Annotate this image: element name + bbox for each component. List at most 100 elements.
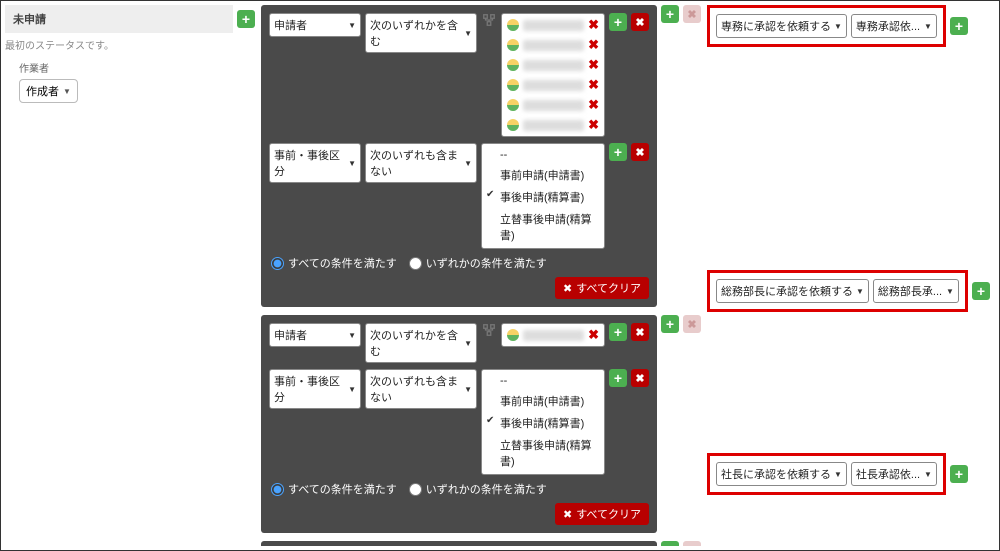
list-item: xxxx✖ xyxy=(504,76,602,94)
chevron-down-icon: ▼ xyxy=(464,159,472,168)
list-item: xxxx✖ xyxy=(504,16,602,34)
field-select[interactable]: 事前・事後区分▼ xyxy=(269,143,361,183)
clear-all-button[interactable]: ✖すべてクリア xyxy=(555,277,649,299)
worker-value: 作成者 xyxy=(26,83,59,99)
list-item: xxxx✖ xyxy=(504,116,602,134)
option-item[interactable]: 事後申請(精算書) xyxy=(482,186,604,208)
remove-condition-button[interactable]: ✖ xyxy=(631,143,649,161)
action-highlight-box: 社長に承認を依頼する▼ 社長承認依...▼ xyxy=(707,453,946,495)
option-item[interactable]: -- xyxy=(482,146,604,164)
condition-card: 申請者▼ 次のいずれかを含む▼ xxxx✖ +✖ 事前・事後区分▼ 次のいずれも… xyxy=(261,541,657,546)
option-dropdown[interactable]: -- 事前申請(申請書) 事後申請(精算書) 立替事後申請(精算書) xyxy=(481,143,605,249)
action-label-select[interactable]: 社長に承認を依頼する▼ xyxy=(716,462,847,486)
condition-card: 申請者▼ 次のいずれかを含む▼ xxxx✖ xxxx✖ xxxx✖ xxxx✖ … xyxy=(261,5,657,307)
option-item[interactable]: 立替事後申請(精算書) xyxy=(482,434,604,472)
remove-icon[interactable]: ✖ xyxy=(588,37,599,53)
action-highlight-box: 総務部長に承認を依頼する▼ 総務部長承...▼ xyxy=(707,270,968,312)
condition-card: 申請者▼ 次のいずれかを含む▼ xxxx✖ +✖ 事前・事後区分▼ 次のいずれも… xyxy=(261,315,657,533)
radio-all[interactable]: すべての条件を満たす xyxy=(271,255,397,271)
action-highlight-box: 専務に承認を依頼する▼ 専務承認依...▼ xyxy=(707,5,946,47)
close-icon: ✖ xyxy=(563,508,572,521)
remove-card-button[interactable]: ✖ xyxy=(683,5,701,23)
remove-condition-button[interactable]: ✖ xyxy=(631,13,649,31)
chevron-down-icon: ▼ xyxy=(924,470,932,479)
operator-select[interactable]: 次のいずれかを含む▼ xyxy=(365,13,477,53)
user-icon xyxy=(507,79,519,91)
chevron-down-icon: ▼ xyxy=(946,287,954,296)
add-condition-button[interactable]: + xyxy=(609,143,627,161)
clear-all-button[interactable]: ✖すべてクリア xyxy=(555,503,649,525)
radio-any[interactable]: いずれかの条件を満たす xyxy=(409,481,547,497)
action-row: 社長に承認を依頼する▼ 社長承認依...▼ + xyxy=(707,453,995,495)
list-item: xxxx✖ xyxy=(504,56,602,74)
add-card-button[interactable]: + xyxy=(661,541,679,546)
remove-card-button[interactable]: ✖ xyxy=(683,315,701,333)
option-item[interactable]: 事後申請(精算書) xyxy=(482,412,604,434)
org-picker-icon[interactable] xyxy=(481,13,497,27)
add-condition-button[interactable]: + xyxy=(609,369,627,387)
option-item[interactable]: 事前申請(申請書) xyxy=(482,390,604,412)
status-description: 最初のステータスです。 xyxy=(5,37,255,52)
remove-icon[interactable]: ✖ xyxy=(588,327,599,343)
operator-select[interactable]: 次のいずれかを含む▼ xyxy=(365,323,477,363)
field-select[interactable]: 事前・事後区分▼ xyxy=(269,369,361,409)
chevron-down-icon: ▼ xyxy=(63,87,71,96)
add-action-button[interactable]: + xyxy=(950,465,968,483)
option-item[interactable]: 立替事後申請(精算書) xyxy=(482,208,604,246)
add-action-button[interactable]: + xyxy=(972,282,990,300)
action-row: 専務に承認を依頼する▼ 専務承認依...▼ + xyxy=(707,5,995,47)
chevron-down-icon: ▼ xyxy=(464,385,472,394)
action-target-select[interactable]: 社長承認依...▼ xyxy=(851,462,937,486)
chevron-down-icon: ▼ xyxy=(348,21,356,30)
chevron-down-icon: ▼ xyxy=(464,29,472,38)
chevron-down-icon: ▼ xyxy=(464,339,472,348)
chevron-down-icon: ▼ xyxy=(856,287,864,296)
org-picker-icon[interactable] xyxy=(481,323,497,337)
add-card-button[interactable]: + xyxy=(661,315,679,333)
chevron-down-icon: ▼ xyxy=(924,22,932,31)
remove-icon[interactable]: ✖ xyxy=(588,17,599,33)
field-select[interactable]: 申請者▼ xyxy=(269,323,361,347)
action-target-select[interactable]: 専務承認依...▼ xyxy=(851,14,937,38)
worker-label: 作業者 xyxy=(19,60,255,75)
user-icon xyxy=(507,329,519,341)
action-target-select[interactable]: 総務部長承...▼ xyxy=(873,279,959,303)
operator-select[interactable]: 次のいずれも含まない▼ xyxy=(365,143,477,183)
remove-icon[interactable]: ✖ xyxy=(588,57,599,73)
chevron-down-icon: ▼ xyxy=(348,331,356,340)
radio-all[interactable]: すべての条件を満たす xyxy=(271,481,397,497)
status-title: 未申請 xyxy=(5,5,233,33)
radio-any[interactable]: いずれかの条件を満たす xyxy=(409,255,547,271)
chevron-down-icon: ▼ xyxy=(834,470,842,479)
operator-select[interactable]: 次のいずれも含まない▼ xyxy=(365,369,477,409)
user-icon xyxy=(507,99,519,111)
action-label-select[interactable]: 専務に承認を依頼する▼ xyxy=(716,14,847,38)
list-item: xxxx✖ xyxy=(504,96,602,114)
action-label-select[interactable]: 総務部長に承認を依頼する▼ xyxy=(716,279,869,303)
remove-icon[interactable]: ✖ xyxy=(588,97,599,113)
field-select[interactable]: 申請者▼ xyxy=(269,13,361,37)
remove-icon[interactable]: ✖ xyxy=(588,77,599,93)
worker-select[interactable]: 作成者 ▼ xyxy=(19,79,78,103)
option-dropdown[interactable]: -- 事前申請(申請書) 事後申請(精算書) 立替事後申請(精算書) xyxy=(481,369,605,475)
action-row: 総務部長に承認を依頼する▼ 総務部長承...▼ + xyxy=(707,270,995,312)
option-item[interactable]: 事前申請(申請書) xyxy=(482,164,604,186)
chevron-down-icon: ▼ xyxy=(348,385,356,394)
user-icon xyxy=(507,59,519,71)
add-condition-button[interactable]: + xyxy=(609,13,627,31)
remove-card-button[interactable]: ✖ xyxy=(683,541,701,546)
add-action-button[interactable]: + xyxy=(950,17,968,35)
value-list: xxxx✖ xyxy=(501,323,605,347)
add-condition-button[interactable]: + xyxy=(609,323,627,341)
user-icon xyxy=(507,19,519,31)
user-icon xyxy=(507,39,519,51)
remove-condition-button[interactable]: ✖ xyxy=(631,369,649,387)
match-mode-radios: すべての条件を満たす いずれかの条件を満たす xyxy=(271,255,649,271)
add-status-button[interactable]: + xyxy=(237,10,255,28)
status-panel: 未申請 + 最初のステータスです。 作業者 作成者 ▼ xyxy=(5,5,255,546)
option-item[interactable]: -- xyxy=(482,372,604,390)
add-card-button[interactable]: + xyxy=(661,5,679,23)
remove-icon[interactable]: ✖ xyxy=(588,117,599,133)
remove-condition-button[interactable]: ✖ xyxy=(631,323,649,341)
list-item: xxxx✖ xyxy=(504,36,602,54)
